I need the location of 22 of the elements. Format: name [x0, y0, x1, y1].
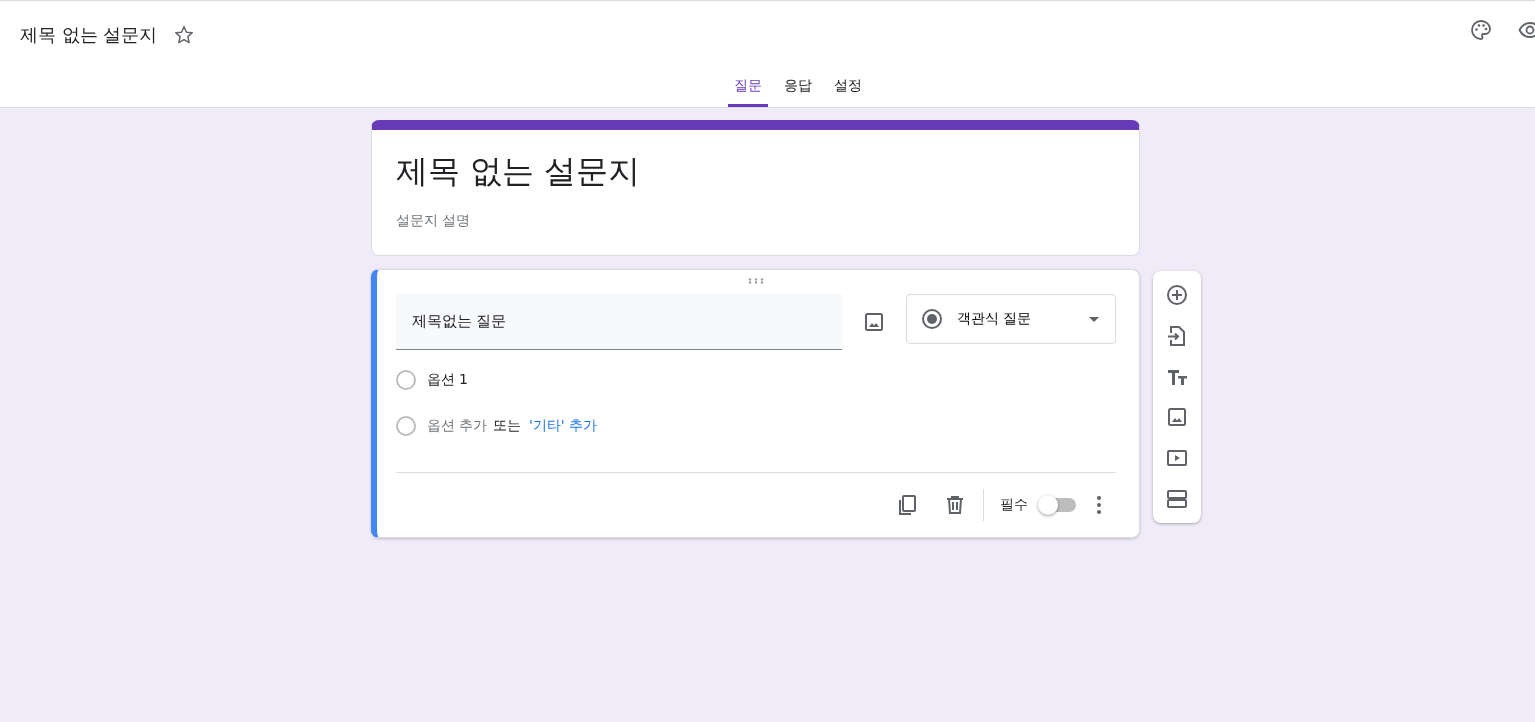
add-other-link[interactable]: '기타' 추가 [528, 417, 598, 435]
required-toggle[interactable] [1037, 495, 1076, 515]
question-type-dropdown[interactable]: 객관식 질문 [905, 294, 1116, 344]
required-label: 필수 [999, 496, 1028, 514]
form-title[interactable]: 제목 없는 설문지 [395, 150, 1115, 192]
caret-icon [1088, 316, 1099, 322]
separator-text: 또는 [492, 417, 521, 435]
star-icon[interactable] [173, 24, 196, 46]
drag-handle-icon[interactable] [747, 278, 764, 284]
add-option-link[interactable]: 옵션 추가 [426, 417, 487, 435]
add-circle-icon[interactable] [1164, 283, 1189, 308]
tab[interactable]: 응답 [777, 69, 818, 107]
tab[interactable]: 질문 [727, 69, 768, 107]
radio-selected-icon [919, 307, 944, 331]
palette-icon[interactable] [1469, 18, 1493, 42]
question-title-field[interactable]: 제목없는 질문 [395, 294, 842, 350]
radio-circle-icon [395, 370, 416, 390]
more-options-icon[interactable] [1095, 495, 1102, 515]
tab[interactable]: 설정 [827, 69, 868, 107]
document-title[interactable]: 제목 없는 설문지 [20, 23, 158, 47]
option-label[interactable]: 옵션 1 [426, 371, 468, 389]
radio-circle-icon [395, 416, 416, 436]
